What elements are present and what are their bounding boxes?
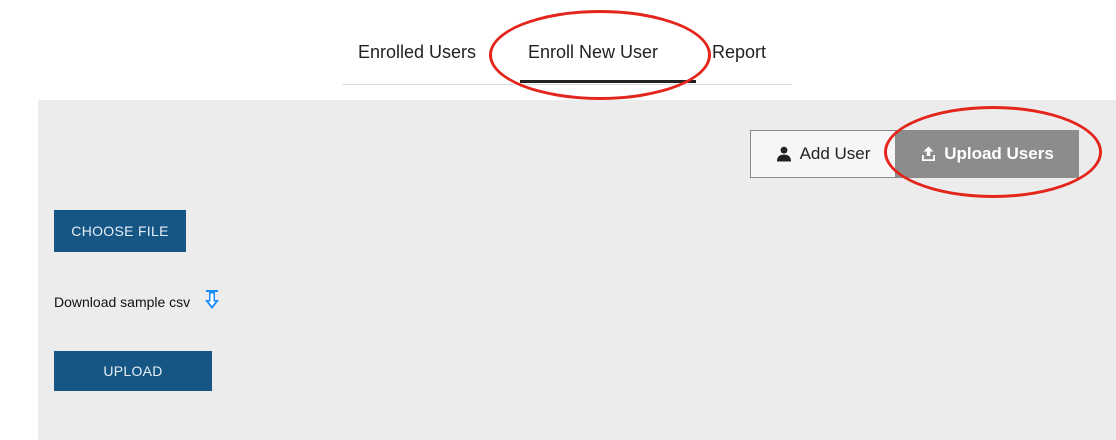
download-sample-label: Download sample csv [54,293,191,310]
upload-users-label: Upload Users [944,144,1054,163]
enroll-panel: Add User Upload Users CHOOSE FILE Downlo… [38,100,1116,440]
download-sample-row: Download sample csv [54,289,220,314]
download-icon[interactable] [204,289,220,314]
tab-bar: Enrolled Users Enroll New User Report [342,30,792,85]
tab-report[interactable]: Report [712,42,766,63]
upload-icon [921,146,936,162]
add-user-button[interactable]: Add User [750,130,896,178]
upload-users-button[interactable]: Upload Users [896,130,1079,178]
add-user-label: Add User [799,144,871,163]
active-tab-indicator [520,80,696,83]
user-icon [776,146,792,162]
upload-button[interactable]: UPLOAD [54,351,212,391]
choose-file-button[interactable]: CHOOSE FILE [54,210,186,252]
tab-enrolled-users[interactable]: Enrolled Users [358,42,476,63]
tab-enroll-new-user[interactable]: Enroll New User [528,42,658,63]
page: Enrolled Users Enroll New User Report Ad… [0,0,1116,440]
